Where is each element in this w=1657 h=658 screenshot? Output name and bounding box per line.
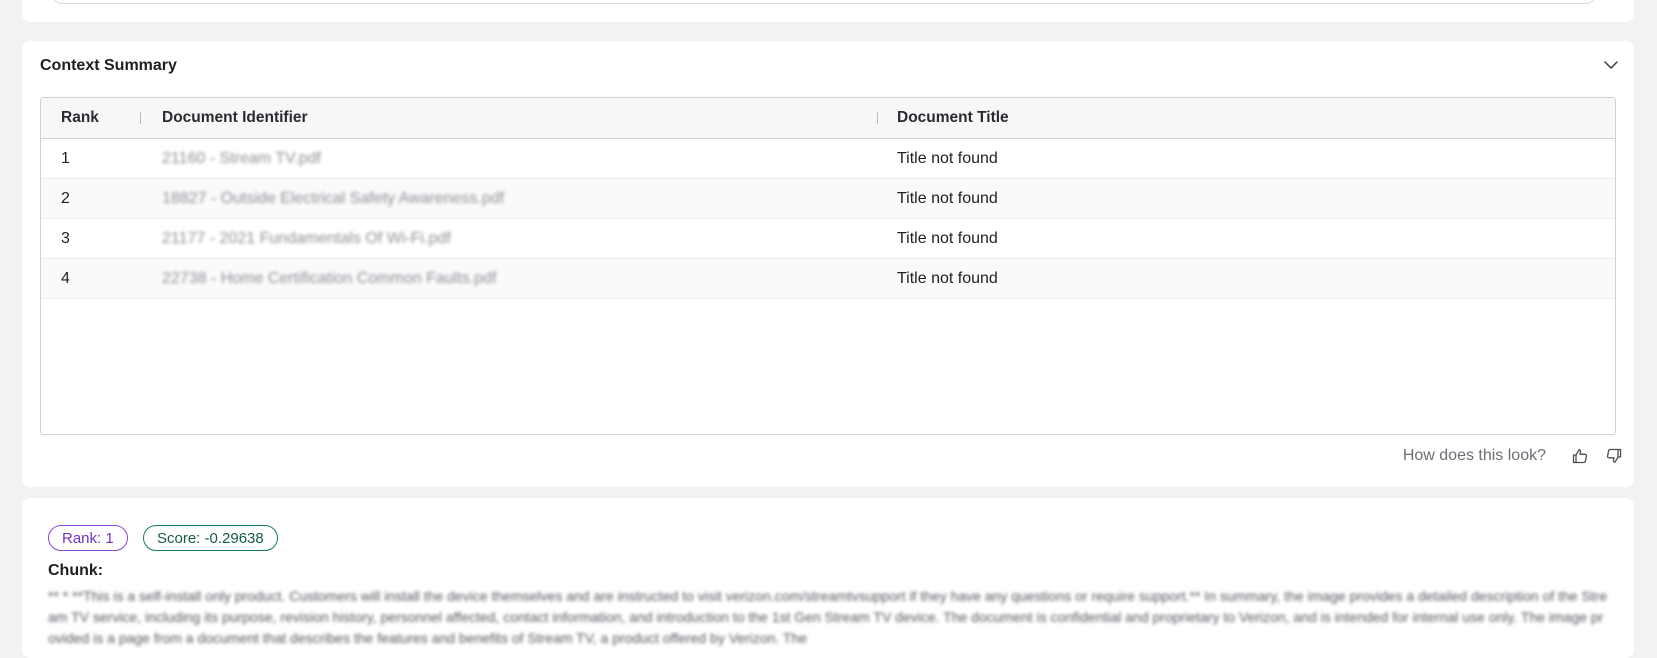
chunk-card: Rank: 1 Score: -0.29638 Chunk: ** * **Th… — [22, 498, 1634, 658]
table-row[interactable]: 3 21177 - 2021 Fundamentals Of Wi-Fi.pdf… — [41, 219, 1615, 259]
thumbs-up-icon[interactable] — [1568, 444, 1592, 468]
feedback-bar: How does this look? — [1403, 444, 1626, 468]
chevron-down-icon[interactable] — [1602, 56, 1620, 74]
cell-rank: 2 — [61, 190, 70, 207]
cell-document-identifier: 22738 - Home Certification Common Faults… — [162, 270, 497, 287]
context-summary-table: Rank Document Identifier Document Title … — [40, 97, 1616, 435]
column-resize-handle[interactable] — [877, 112, 878, 124]
cell-document-identifier: 21177 - 2021 Fundamentals Of Wi-Fi.pdf — [162, 230, 451, 247]
cell-document-title: Title not found — [897, 230, 998, 247]
context-summary-card: Context Summary Rank Document Identifier… — [22, 41, 1634, 487]
rank-badge: Rank: 1 — [48, 525, 128, 551]
cell-document-title: Title not found — [897, 270, 998, 287]
column-header-document-title[interactable]: Document Title — [897, 98, 1009, 138]
cell-document-title: Title not found — [897, 150, 998, 167]
chunk-text: ** * **This is a self-install only produ… — [48, 588, 1608, 646]
previous-card-input-edge — [52, 0, 1596, 4]
chunk-label: Chunk: — [48, 562, 104, 579]
cell-document-identifier: 21160 - Stream TV.pdf — [162, 150, 321, 167]
column-header-rank[interactable]: Rank — [61, 98, 99, 138]
cell-rank: 1 — [61, 150, 70, 167]
cell-document-title: Title not found — [897, 190, 998, 207]
cell-document-identifier: 18827 - Outside Electrical Safety Awaren… — [162, 190, 505, 207]
column-resize-handle[interactable] — [140, 112, 141, 124]
feedback-prompt: How does this look? — [1402, 447, 1546, 464]
context-summary-title: Context Summary — [40, 57, 177, 74]
previous-card — [22, 0, 1634, 22]
score-badge: Score: -0.29638 — [143, 525, 278, 551]
table-header: Rank Document Identifier Document Title — [41, 98, 1615, 139]
thumbs-down-icon[interactable] — [1602, 444, 1626, 468]
table-row[interactable]: 4 22738 - Home Certification Common Faul… — [41, 259, 1615, 299]
table-row[interactable]: 1 21160 - Stream TV.pdf Title not found — [41, 139, 1615, 179]
column-header-document-identifier[interactable]: Document Identifier — [162, 98, 308, 138]
cell-rank: 3 — [61, 230, 70, 247]
table-row[interactable]: 2 18827 - Outside Electrical Safety Awar… — [41, 179, 1615, 219]
cell-rank: 4 — [61, 270, 70, 287]
